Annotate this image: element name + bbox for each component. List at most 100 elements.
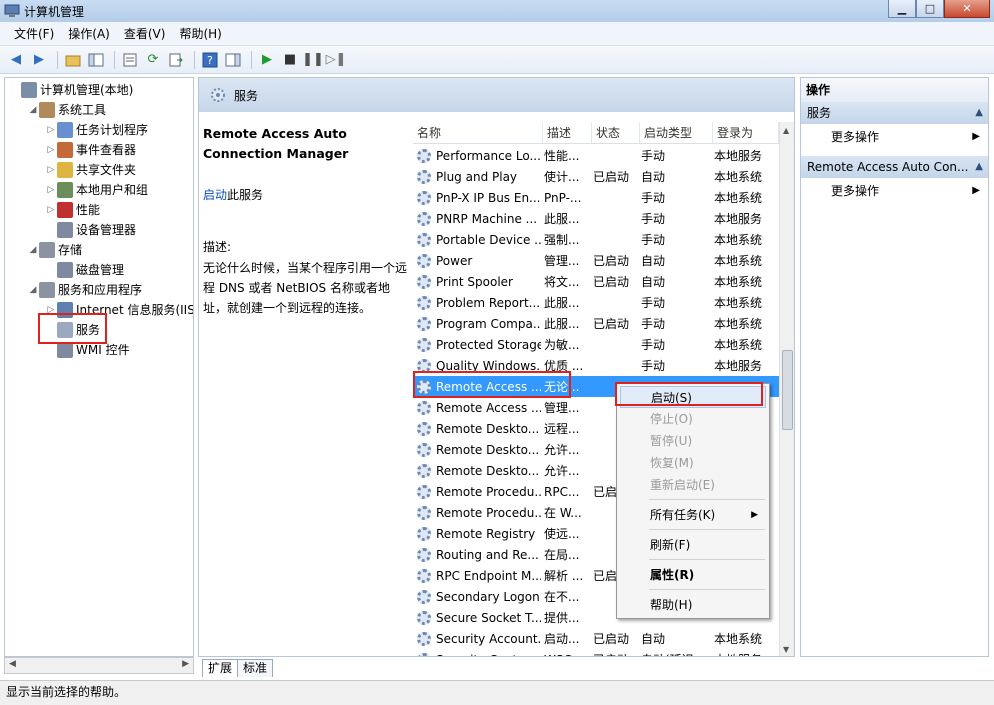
more-actions-2[interactable]: 更多操作 ▶	[801, 180, 988, 202]
forward-icon[interactable]: ▶	[29, 50, 49, 70]
scroll-right-icon[interactable]: ▶	[182, 659, 189, 669]
menu-stop[interactable]: 停止(O)	[620, 408, 766, 430]
list-vertical-scrollbar[interactable]: ▲ ▼	[779, 122, 794, 656]
tree-item[interactable]: 设备管理器	[45, 220, 136, 240]
scrollbar-thumb[interactable]	[782, 350, 793, 430]
export-list-icon[interactable]	[166, 50, 186, 70]
menu-view[interactable]: 查看(V)	[118, 22, 172, 46]
menu-help[interactable]: 帮助(H)	[620, 594, 766, 616]
tree-item[interactable]: ▷ 共享文件夹	[45, 160, 136, 180]
column-header[interactable]: 名称	[413, 122, 543, 143]
service-gear-icon	[417, 169, 431, 184]
tree-item[interactable]: ◢ 存储	[27, 240, 82, 260]
actions-section-services[interactable]: 服务 ▲	[801, 102, 988, 124]
start-service-link[interactable]: 启动	[203, 188, 227, 202]
table-row[interactable]: Security CenterWSC...已启动自动(延迟...本地服务	[413, 649, 779, 656]
tree-item[interactable]: ▷ 性能	[45, 200, 100, 220]
menu-refresh[interactable]: 刷新(F)	[620, 534, 766, 556]
maximize-button[interactable]: □	[916, 0, 944, 18]
menu-help[interactable]: 帮助(H)	[173, 22, 227, 46]
collapse-icon[interactable]: ▲	[975, 156, 983, 178]
tab-standard[interactable]: 标准	[237, 659, 274, 677]
table-cell: 此服...	[544, 212, 580, 226]
actions-section-selected-service[interactable]: Remote Access Auto Con... ▲	[801, 156, 988, 178]
title-bar[interactable]: 计算机管理 ▁ □ ✕	[0, 0, 994, 22]
properties-icon[interactable]	[120, 50, 140, 70]
tree-item[interactable]: ◢ 服务和应用程序	[27, 280, 142, 300]
table-cell: 本地系统	[714, 632, 763, 646]
help-icon[interactable]: ?	[200, 50, 220, 70]
expand-arrow-icon[interactable]: ◢	[27, 100, 39, 120]
menu-separator	[649, 589, 765, 590]
table-cell: 本地系统	[714, 170, 763, 184]
expand-arrow-icon[interactable]: ▷	[45, 160, 57, 180]
menu-restart[interactable]: 重新启动(E)	[620, 474, 766, 496]
tree-node-icon	[57, 142, 73, 158]
table-cell: Remote Deskto...	[436, 463, 540, 478]
action-pane-icon[interactable]	[223, 50, 243, 70]
tree-item[interactable]: 磁盘管理	[45, 260, 124, 280]
menu-action[interactable]: 操作(A)	[62, 22, 116, 46]
column-header[interactable]: 状态	[592, 122, 640, 143]
menu-pause[interactable]: 暂停(U)	[620, 430, 766, 452]
menu-properties[interactable]: 属性(R)	[620, 564, 766, 586]
services-gear-icon	[209, 86, 227, 107]
menu-resume[interactable]: 恢复(M)	[620, 452, 766, 474]
pause-service-icon[interactable]: ❚❚	[302, 50, 324, 70]
table-row[interactable]: Program Compa... 此服... 已启动 手动 本地系统	[413, 313, 779, 334]
restart-service-icon[interactable]: ▷❚	[326, 50, 347, 70]
table-row[interactable]: Plug and Play 使计... 已启动 自动 本地系统	[413, 166, 779, 187]
table-row[interactable]: Security Account... 启动... 已启动 自动 本地系统	[413, 628, 779, 649]
tree-node-icon	[39, 282, 55, 298]
more-actions-1[interactable]: 更多操作 ▶	[801, 126, 988, 148]
minimize-button[interactable]: ▁	[888, 0, 916, 18]
expand-arrow-icon[interactable]: ▷	[45, 180, 57, 200]
table-row[interactable]: PnP-X IP Bus En... PnP-... 手动 本地系统	[413, 187, 779, 208]
tree-item[interactable]: ▷ 任务计划程序	[45, 120, 148, 140]
table-row[interactable]: Power 管理... 已启动 自动 本地系统	[413, 250, 779, 271]
table-cell: 已启动	[593, 170, 630, 184]
table-cell: 手动	[641, 233, 666, 247]
scroll-down-icon[interactable]: ▼	[783, 645, 789, 654]
console-tree[interactable]: 计算机管理(本地) ◢ 系统工具 ▷ 任务计划程序 ▷ 事件查看器 ▷ 共享文件夹 ▷ 本地用户和组…	[4, 77, 194, 657]
menu-all-tasks[interactable]: 所有任务(K) ▶	[620, 504, 766, 526]
tree-node-icon	[57, 262, 73, 278]
expand-arrow-icon[interactable]: ▷	[45, 120, 57, 140]
tree-node-icon	[21, 82, 37, 98]
expand-arrow-icon[interactable]: ◢	[27, 240, 39, 260]
expand-arrow-icon[interactable]: ▷	[45, 140, 57, 160]
tab-extended[interactable]: 扩展	[202, 659, 239, 677]
refresh-icon[interactable]: ⟳	[143, 50, 163, 70]
tree-item[interactable]: 计算机管理(本地)	[9, 80, 133, 100]
table-row[interactable]: Print Spooler 将文... 已启动 自动 本地系统	[413, 271, 779, 292]
show-hide-tree-icon[interactable]	[86, 50, 106, 70]
table-cell: Print Spooler	[436, 274, 513, 289]
stop-service-icon[interactable]: ■	[280, 50, 300, 70]
table-row[interactable]: Portable Device ... 强制... 手动 本地系统	[413, 229, 779, 250]
column-header[interactable]: 描述	[543, 122, 592, 143]
tree-item-label: 服务和应用程序	[58, 283, 143, 297]
tree-horizontal-scrollbar[interactable]: ◀ ▶	[4, 657, 194, 674]
actions-title: 操作	[801, 78, 988, 102]
tree-item[interactable]: ▷ 事件查看器	[45, 140, 136, 160]
expand-arrow-icon[interactable]: ◢	[27, 280, 39, 300]
table-row[interactable]: PNRP Machine ... 此服... 手动 本地服务	[413, 208, 779, 229]
table-row[interactable]: Performance Lo... 性能... 手动 本地服务	[413, 145, 779, 166]
table-row[interactable]: Protected Storage 为敏... 手动 本地系统	[413, 334, 779, 355]
tree-item[interactable]: ▷ 本地用户和组	[45, 180, 148, 200]
scroll-up-icon[interactable]: ▲	[783, 126, 789, 135]
close-button[interactable]: ✕	[944, 0, 990, 18]
back-icon[interactable]: ◀	[6, 50, 26, 70]
up-folder-icon[interactable]	[63, 50, 83, 70]
highlight-box-start	[615, 382, 763, 406]
start-service-icon[interactable]: ▶	[257, 50, 277, 70]
more-actions-1-label: 更多操作	[831, 130, 880, 144]
menu-file[interactable]: 文件(F)	[8, 22, 60, 46]
column-header[interactable]: 登录为	[713, 122, 779, 143]
table-row[interactable]: Problem Report... 此服... 手动 本地系统	[413, 292, 779, 313]
collapse-icon[interactable]: ▲	[975, 102, 983, 124]
expand-arrow-icon[interactable]: ▷	[45, 200, 57, 220]
scroll-left-icon[interactable]: ◀	[9, 659, 16, 669]
column-header[interactable]: 启动类型	[640, 122, 713, 143]
tree-item[interactable]: ◢ 系统工具	[27, 100, 106, 120]
